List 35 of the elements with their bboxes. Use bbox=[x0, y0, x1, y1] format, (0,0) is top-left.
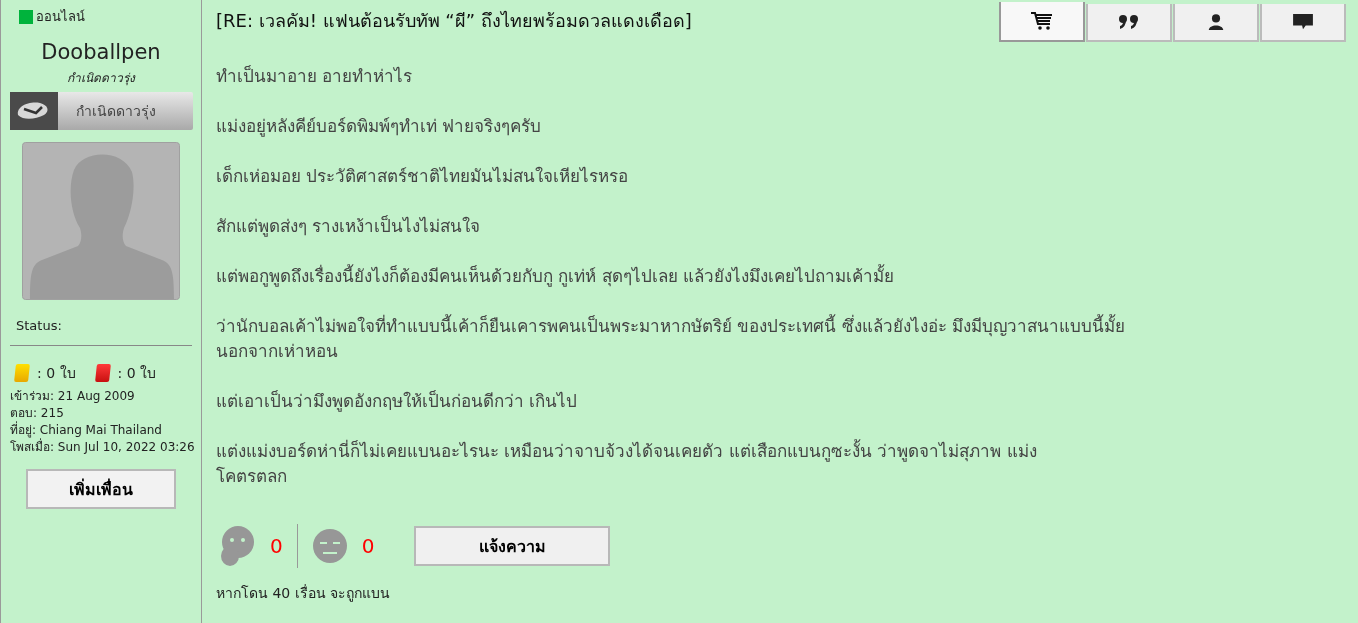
online-status: ออนไลน์ bbox=[36, 8, 85, 26]
penalty-card-icon bbox=[14, 364, 30, 382]
post-paragraph: แต่เอาเป็นว่ามึงพูดอังกฤษให้เป็นก่อนดีกว่า เกินไป bbox=[216, 389, 579, 414]
card-count: : 0 ใบ bbox=[37, 364, 76, 383]
post-paragraph: แม่งอยู่หลังคีย์บอร์ดพิมพ์ๆทำเท่ ฟายจริงๆครับ bbox=[216, 115, 543, 139]
post-paragraph: ว่านักบอลเค้าไม่พอใจที่ทำแบบนี้เค้าก็ยืนเคารพคนเป็นพระมาหากษัตริย์ ของประเทศนี้ ซึ่งแล้วยังไงอ่ะ มึงมีบุญวาสนาแบบนี้มั้ย นอกจากเห่าหอน bbox=[216, 314, 1127, 363]
post-paragraph: แต่งแม่งบอร์ดห่านี่ก็ไม่เคยแบนอะไรนะ เหมือนว่าจาบจ้วงได้จนเคยตัว แต่เสือกแบนกูซะงั้น ว่าพูดจาไม่สุภาพ แม่ง โคตรตลก bbox=[216, 439, 1038, 488]
ban-warning: หากโดน 40 เรื่อน จะถูกแบน bbox=[216, 583, 392, 604]
post-paragraph: เด็กเห่อมอย ประวัติศาสตร์ชาติไทยมันไม่สนใจเหียไรหรอ bbox=[216, 164, 630, 188]
post-title: [RE: เวลคัม! แฟนต้อนรับทัพ “ผี” ถึงไทยพร้อมดวลแดงเดือด] bbox=[216, 9, 692, 33]
profile-info: ตอบ: 215 bbox=[10, 405, 65, 421]
post-paragraph: แต่พอกูพูดถึงเรื่องนี้ยังไงก็ต้องมีคนเห็นด้วยกับกู กูเท่ห์ สุดๆไปเลย แล้วยังไงมึงเคยไปถามเค้ามั้ย bbox=[216, 264, 896, 289]
cart-button[interactable] bbox=[999, 2, 1085, 42]
user-rank: กำเนิดดาวรุ่ง bbox=[67, 70, 135, 87]
reaction-count: 0 bbox=[270, 534, 283, 558]
rank-badge-label: กำเนิดดาวรุ่ง bbox=[74, 102, 156, 122]
reaction-count: 0 bbox=[361, 534, 375, 558]
profile-info: โพสเมื่อ: Sun Jul 10, 2022 03:26 bbox=[10, 439, 195, 456]
profile-info: เข้าร่วม: 21 Aug 2009 bbox=[10, 388, 136, 405]
user-icon bbox=[1207, 13, 1225, 31]
post-paragraph: ทำเป็นมาอาย อายทำห่าไร bbox=[216, 64, 414, 88]
message-button[interactable] bbox=[1260, 4, 1346, 42]
post-paragraph: สักแต่พูดส่งๆ รางเหง้าเป็นไงไม่สนใจ bbox=[216, 214, 482, 239]
add-friend-button[interactable]: เพิ่มเพื่อน bbox=[26, 469, 176, 509]
username[interactable]: Dooballpen bbox=[41, 40, 161, 64]
cart-icon bbox=[1030, 11, 1054, 31]
profile-info: ที่อยู่: Chiang Mai Thailand bbox=[10, 422, 163, 438]
quote-button[interactable] bbox=[1086, 4, 1172, 42]
speech-bubble-icon bbox=[1291, 13, 1315, 31]
status-label: Status: bbox=[16, 318, 62, 333]
penalty-card-icon bbox=[94, 364, 111, 382]
user-button[interactable] bbox=[1173, 4, 1259, 42]
quote-icon bbox=[1117, 14, 1141, 30]
report-button[interactable]: แจ้งความ bbox=[414, 526, 611, 566]
card-count: : 0 ใบ bbox=[117, 364, 157, 383]
